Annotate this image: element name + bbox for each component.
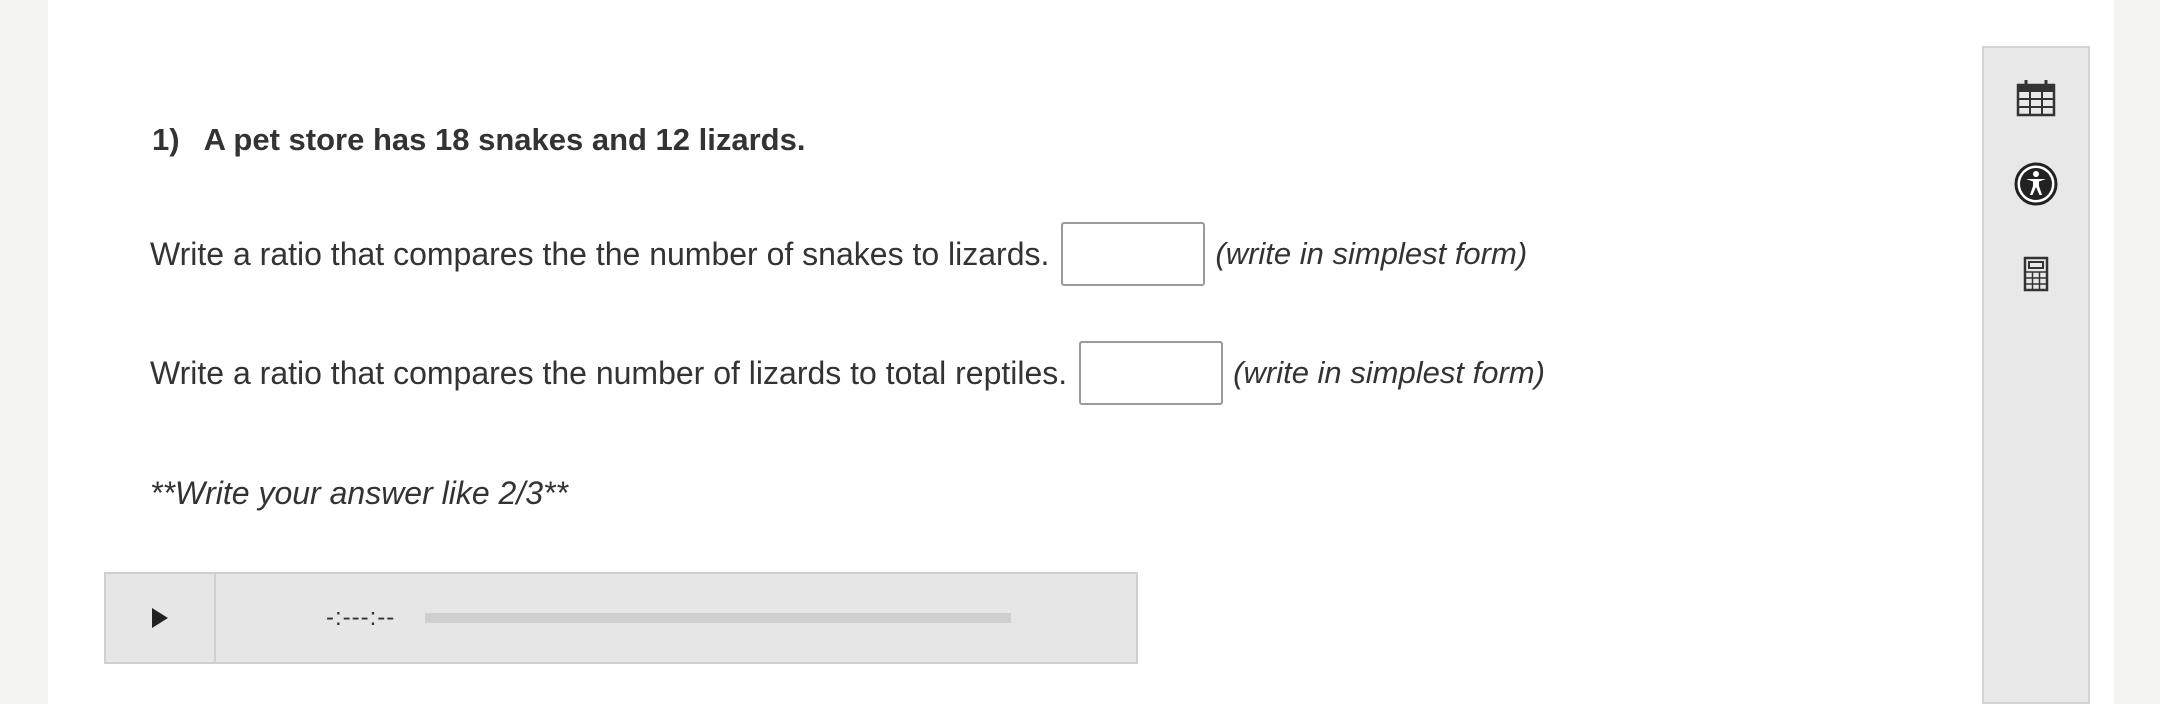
calendar-button[interactable] [1984, 68, 2088, 128]
tool-panel [1982, 46, 2090, 704]
question-title: A pet store has 18 snakes and 12 lizards… [203, 122, 806, 157]
prompt-1-text: Write a ratio that compares the the numb… [150, 235, 1050, 272]
calendar-icon [2016, 80, 2056, 117]
answer-input-1[interactable] [1061, 222, 1206, 286]
accessibility-icon [2014, 162, 2058, 206]
audio-progress-bar[interactable] [425, 613, 1012, 623]
prompt-row-1: Write a ratio that compares the the numb… [150, 222, 1527, 286]
play-button[interactable] [106, 574, 216, 662]
prompt-1-hint: (write in simplest form) [1215, 236, 1528, 271]
audio-time: -:---:-- [326, 604, 396, 631]
accessibility-button[interactable] [1984, 154, 2088, 214]
audio-player: -:---:-- [104, 572, 1138, 664]
calculator-button[interactable] [1984, 244, 2088, 304]
question-number: 1) [152, 122, 180, 157]
answer-input-2[interactable] [1079, 341, 1224, 405]
prompt-row-2: Write a ratio that compares the number o… [150, 341, 1545, 405]
question-heading: 1) A pet store has 18 snakes and 12 liza… [152, 122, 805, 158]
play-icon [152, 608, 168, 628]
calculator-icon [2023, 256, 2049, 292]
prompt-2-text: Write a ratio that compares the number o… [150, 354, 1068, 391]
prompt-2-hint: (write in simplest form) [1233, 355, 1545, 390]
answer-format-note: **Write your answer like 2/3** [150, 475, 568, 511]
